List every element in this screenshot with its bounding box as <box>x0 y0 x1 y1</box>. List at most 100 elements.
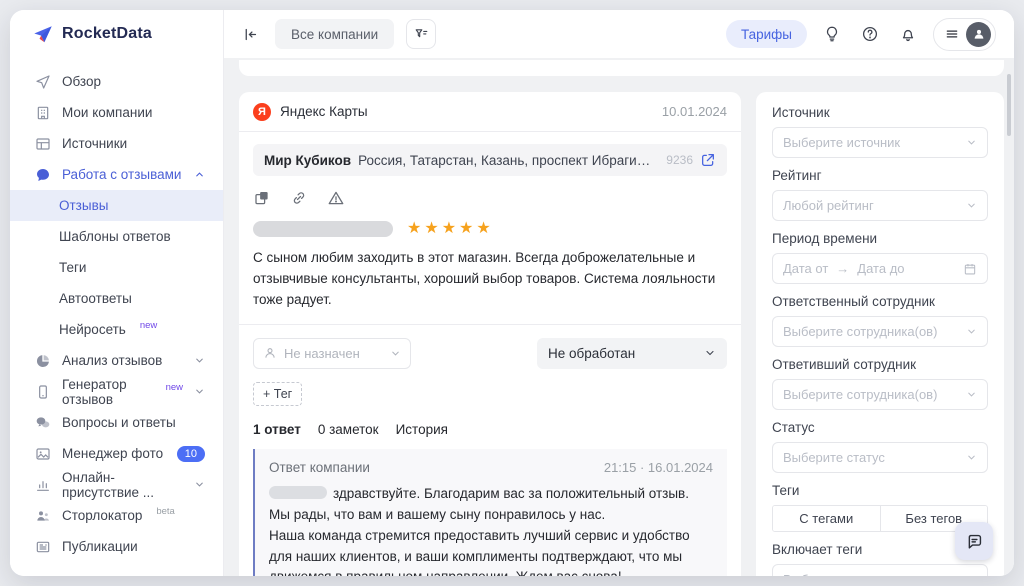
sidebar-item-sources[interactable]: Источники <box>10 128 223 159</box>
with-tags-button[interactable]: С тегами <box>773 506 881 531</box>
tab-history[interactable]: История <box>396 422 448 437</box>
phone-icon <box>34 383 51 400</box>
support-chat-button[interactable] <box>955 522 993 560</box>
new-badge: new <box>166 382 183 393</box>
sidebar-item-label: Публикации <box>62 539 138 554</box>
external-link-icon[interactable] <box>700 152 716 168</box>
review-source: Яндекс Карты <box>280 104 368 119</box>
copy-icon[interactable] <box>253 189 271 207</box>
add-tag-button[interactable]: + Тег <box>253 382 302 406</box>
sidebar-item-review-analysis[interactable]: Анализ отзывов <box>10 345 223 376</box>
user-menu[interactable] <box>933 18 996 51</box>
reply-text: здравствуйте. Благодарим вас за положите… <box>269 484 713 576</box>
sidebar-item-neural-network[interactable]: Нейросеть new <box>10 314 223 345</box>
sidebar-item-label: Обзор <box>62 74 101 89</box>
message-icon <box>965 532 984 551</box>
filter-label: Рейтинг <box>772 168 988 183</box>
sidebar-item-label: Шаблоны ответов <box>59 229 171 244</box>
two-bubbles-icon <box>34 414 51 431</box>
rating-select[interactable]: Любой рейтинг <box>772 190 988 221</box>
link-icon[interactable] <box>290 189 308 207</box>
filter-label: Источник <box>772 105 988 120</box>
sidebar-item-store-locator[interactable]: Сторлокатор beta <box>10 500 223 531</box>
main-area: Все компании Тарифы <box>224 10 1014 576</box>
select-placeholder: Выберите сотрудника(ов) <box>783 387 937 402</box>
ideas-button[interactable] <box>819 21 845 47</box>
calendar-icon <box>963 262 977 276</box>
sidebar-item-companies[interactable]: Мои компании <box>10 97 223 128</box>
help-button[interactable] <box>857 21 883 47</box>
select-placeholder: Выберите источник <box>783 135 900 150</box>
review-date: 10.01.2024 <box>662 104 727 119</box>
sidebar-item-label: Автоответы <box>59 291 132 306</box>
bar-chart-icon <box>34 476 51 493</box>
scrollbar[interactable] <box>1007 74 1011 136</box>
chevron-down-icon <box>194 355 205 366</box>
filter-status: Статус Выберите статус <box>772 420 988 473</box>
date-range-input[interactable]: Дата от → Дата до <box>772 253 988 284</box>
sidebar-item-publications[interactable]: Публикации <box>10 531 223 562</box>
collapse-sidebar-button[interactable] <box>238 22 263 47</box>
app-window: RocketData Обзор Мои компании Источники … <box>10 10 1014 576</box>
responsible-employee-select[interactable]: Выберите сотрудника(ов) <box>772 316 988 347</box>
person-icon <box>263 346 277 360</box>
includes-tags-select[interactable]: Выберите теги <box>772 564 988 576</box>
company-reply: Ответ компании 21:15 · 16.01.2024 здравс… <box>253 449 727 576</box>
sidebar-item-tags[interactable]: Теги <box>10 252 223 283</box>
review-card-header: Я Яндекс Карты 10.01.2024 <box>239 92 741 132</box>
chevron-down-icon <box>966 389 977 400</box>
sidebar-item-label: Работа с отзывами <box>62 167 181 182</box>
tab-replies[interactable]: 1 ответ <box>253 422 301 437</box>
status-select[interactable]: Не обработан <box>537 338 727 369</box>
tariffs-button[interactable]: Тарифы <box>726 20 807 48</box>
sidebar-item-online-presence[interactable]: Онлайн-присутствие ... <box>10 469 223 500</box>
rocketdata-logo-icon <box>32 23 54 45</box>
content-area: Я Яндекс Карты 10.01.2024 Мир Кубиков Ро… <box>224 58 1014 576</box>
sidebar-item-label: Менеджер фото <box>62 446 163 461</box>
sidebar-item-questions-answers[interactable]: Вопросы и ответы <box>10 407 223 438</box>
sidebar-item-label: Источники <box>62 136 127 151</box>
chevron-down-icon <box>194 479 205 490</box>
sidebar-item-label: Теги <box>59 260 86 275</box>
sidebar-item-review-generator[interactable]: Генератор отзывов new <box>10 376 223 407</box>
warning-icon[interactable] <box>327 189 345 207</box>
source-select[interactable]: Выберите источник <box>772 127 988 158</box>
reply-timestamp: 21:15 · 16.01.2024 <box>604 460 713 475</box>
sidebar-item-label: Вопросы и ответы <box>62 415 176 430</box>
filter-icon <box>414 27 429 42</box>
review-actions <box>253 189 727 207</box>
company-filter-button[interactable]: Все компании <box>275 19 394 49</box>
sidebar-item-reply-templates[interactable]: Шаблоны ответов <box>10 221 223 252</box>
avatar <box>966 22 991 47</box>
pie-chart-icon <box>34 352 51 369</box>
filter-button[interactable] <box>406 19 436 49</box>
tab-notes[interactable]: 0 заметок <box>318 422 379 437</box>
sidebar-item-reviews-work[interactable]: Работа с отзывами <box>10 159 223 190</box>
notifications-button[interactable] <box>895 21 921 47</box>
select-placeholder: Выберите сотрудника(ов) <box>783 324 937 339</box>
chevron-down-icon <box>966 200 977 211</box>
yandex-maps-icon: Я <box>253 103 271 121</box>
new-badge: new <box>140 320 157 331</box>
select-placeholder: Выберите статус <box>783 450 885 465</box>
status-value: Не обработан <box>548 346 635 361</box>
sidebar-item-autoreplies[interactable]: Автоответы <box>10 283 223 314</box>
sidebar: RocketData Обзор Мои компании Источники … <box>10 10 224 576</box>
filter-label: Период времени <box>772 231 988 246</box>
brand-name: RocketData <box>62 25 152 43</box>
filter-label: Ответивший сотрудник <box>772 357 988 372</box>
filter-responsible-employee: Ответственный сотрудник Выберите сотрудн… <box>772 294 988 347</box>
building-icon <box>34 104 51 121</box>
sidebar-item-photo-manager[interactable]: Менеджер фото 10 <box>10 438 223 469</box>
sidebar-item-overview[interactable]: Обзор <box>10 66 223 97</box>
chevron-down-icon <box>966 452 977 463</box>
hamburger-icon <box>945 27 959 41</box>
sidebar-item-reviews[interactable]: Отзывы <box>10 190 223 221</box>
replied-employee-select[interactable]: Выберите сотрудника(ов) <box>772 379 988 410</box>
assignee-placeholder: Не назначен <box>284 346 360 361</box>
company-code: 9236 <box>666 153 693 167</box>
status-filter-select[interactable]: Выберите статус <box>772 442 988 473</box>
logo[interactable]: RocketData <box>10 10 223 58</box>
assignee-select[interactable]: Не назначен <box>253 338 411 369</box>
chevron-up-icon <box>194 169 205 180</box>
